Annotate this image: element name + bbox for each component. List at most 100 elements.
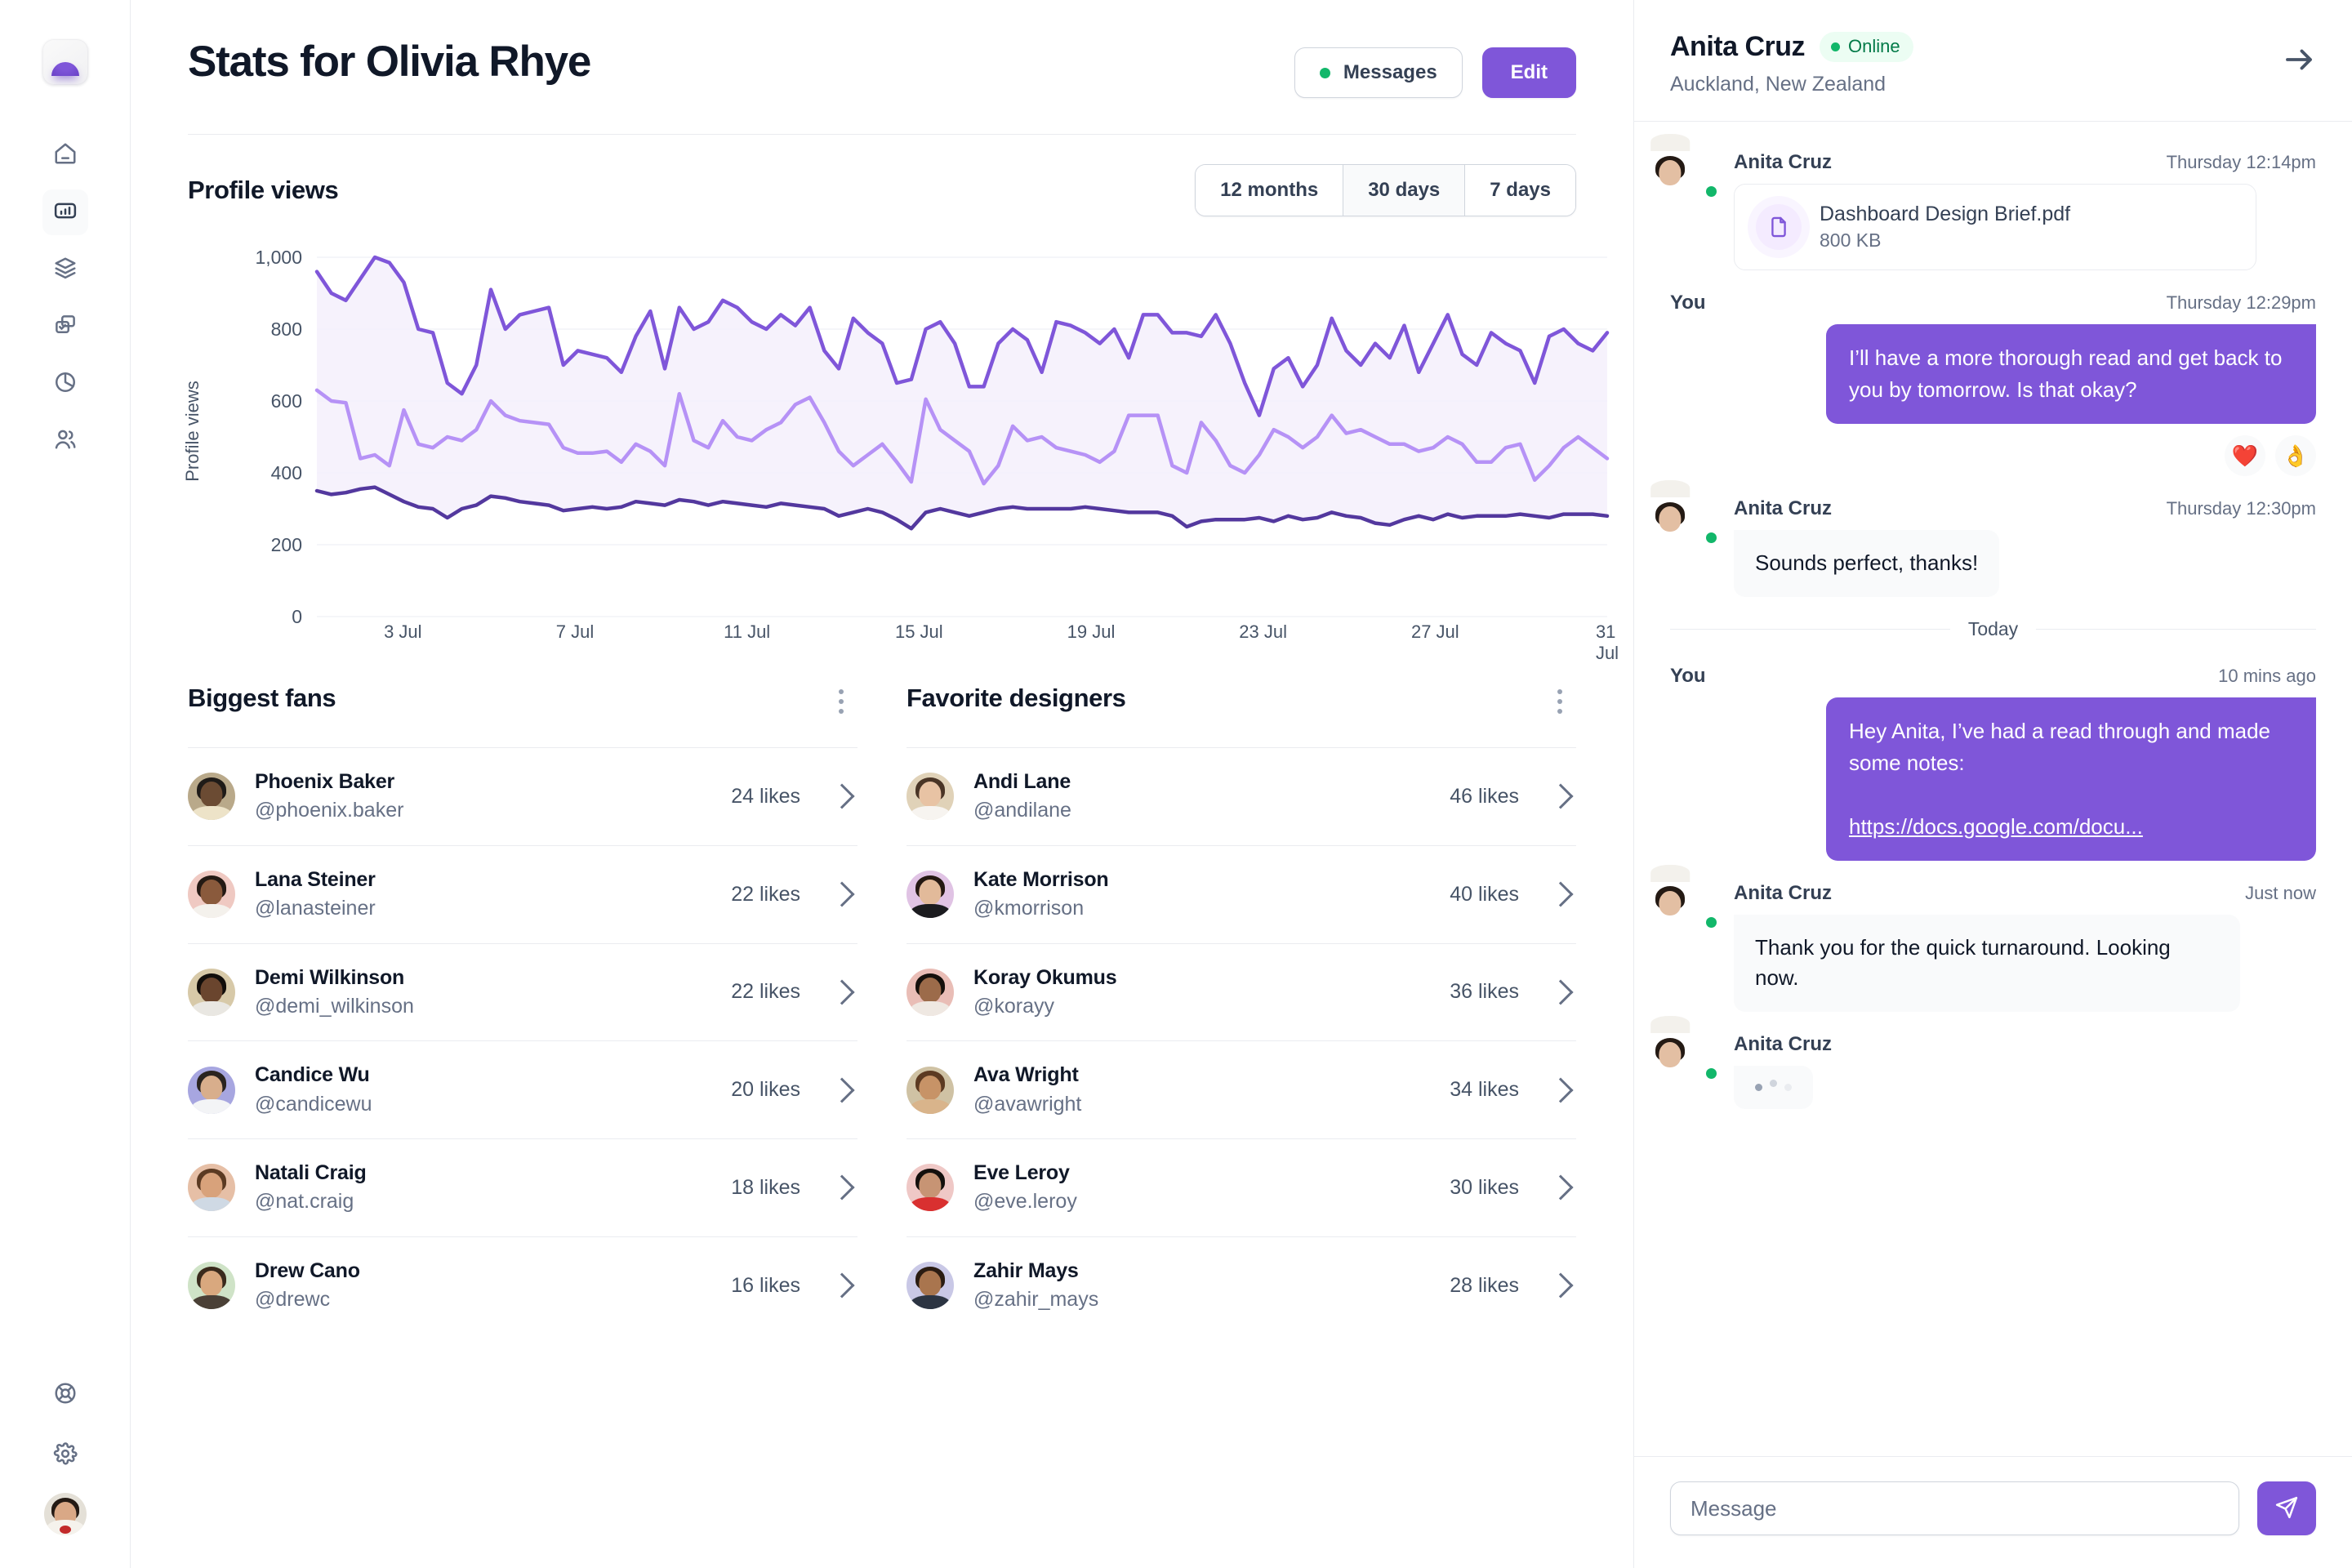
avatar [906, 871, 954, 919]
sidebar-item-users[interactable] [42, 418, 88, 464]
list-item[interactable]: Eve Leroy @eve.leroy 30 likes [906, 1139, 1576, 1237]
list-item[interactable]: Natali Craig @nat.craig 18 likes [188, 1139, 858, 1237]
range-7-days[interactable]: 7 days [1465, 165, 1575, 216]
list-item[interactable]: Candice Wu @candicewu 20 likes [188, 1041, 858, 1139]
message-avatar [1650, 134, 1718, 198]
avatar [906, 1066, 954, 1114]
range-12-months[interactable]: 12 months [1196, 165, 1344, 216]
sidebar-item-reports[interactable] [42, 361, 88, 407]
chevron-right-icon[interactable] [1548, 881, 1574, 907]
message-sender: Anita Cruz [1734, 151, 1832, 173]
chevron-right-icon[interactable] [829, 1272, 855, 1298]
list-item[interactable]: Andi Lane @andilane 46 likes [906, 748, 1576, 846]
file-attachment[interactable]: Dashboard Design Brief.pdf 800 KB [1734, 184, 2256, 270]
chat-contact-location: Auckland, New Zealand [1670, 73, 1886, 96]
list-item[interactable]: Koray Okumus @korayy 36 likes [906, 944, 1576, 1042]
chevron-right-icon[interactable] [1548, 1077, 1574, 1103]
chevron-right-icon[interactable] [829, 881, 855, 907]
sidebar-item-support[interactable] [42, 1372, 88, 1418]
sidebar-profile-avatar[interactable] [43, 1493, 87, 1535]
chart-x-axis: 3 Jul 7 Jul 11 Jul 15 Jul 19 Jul 23 Jul 27 Jul… [227, 621, 1619, 663]
list-item-likes: 24 likes [731, 784, 800, 808]
avatar-face [200, 977, 223, 1003]
range-30-days[interactable]: 30 days [1343, 165, 1466, 216]
list-item[interactable]: Lana Steiner @lanasteiner 22 likes [188, 846, 858, 944]
sidebar-item-projects[interactable] [42, 304, 88, 350]
list-item-handle: @avawright [973, 1092, 1082, 1116]
message-sender: Anita Cruz [1734, 881, 1832, 904]
sidebar-item-layers[interactable] [42, 247, 88, 292]
message-avatar [1650, 864, 1718, 929]
chevron-right-icon[interactable] [829, 1077, 855, 1103]
sidebar-item-home[interactable] [42, 132, 88, 178]
list-item-name: Lana Steiner [255, 867, 376, 891]
list-item[interactable]: Ava Wright @avawright 34 likes [906, 1041, 1576, 1139]
messages-button[interactable]: Messages [1294, 47, 1463, 98]
avatar-face [200, 1271, 223, 1296]
app-root: Stats for Olivia Rhye Messages Edit Prof… [0, 0, 2352, 1568]
x-axis-tick: 11 Jul [724, 621, 771, 642]
list-item-name: Koray Okumus [973, 965, 1117, 989]
list-item[interactable]: Kate Morrison @kmorrison 40 likes [906, 846, 1576, 944]
file-size: 800 KB [1820, 229, 1882, 251]
list-item[interactable]: Zahir Mays @zahir_mays 28 likes [906, 1237, 1576, 1334]
list-item-text: Eve Leroy @eve.leroy [973, 1160, 1450, 1215]
list-item-text: Zahir Mays @zahir_mays [973, 1258, 1450, 1313]
message-input[interactable] [1670, 1481, 2239, 1535]
list-item-handle: @phoenix.baker [255, 799, 404, 822]
arrow-right-icon[interactable] [2282, 42, 2316, 77]
send-icon [2274, 1495, 2299, 1522]
chevron-right-icon[interactable] [829, 1174, 855, 1200]
list-item-name: Phoenix Baker [255, 770, 395, 793]
online-status-dot [1704, 531, 1718, 545]
message-bubble-incoming: Thank you for the quick turnaround. Look… [1734, 914, 2240, 1013]
chevron-right-icon[interactable] [1548, 783, 1574, 809]
reaction-emoji[interactable]: ❤️ [2225, 435, 2265, 476]
reaction-emoji[interactable]: 👌 [2275, 435, 2316, 476]
chevron-right-icon[interactable] [1548, 979, 1574, 1005]
list-item[interactable]: Drew Cano @drewc 16 likes [188, 1237, 858, 1334]
list-item-likes: 30 likes [1450, 1175, 1519, 1199]
chat-panel: Anita Cruz Online Auckland, New Zealand … [1633, 0, 2352, 1568]
svg-text:400: 400 [271, 462, 302, 483]
list-item[interactable]: Phoenix Baker @phoenix.baker 24 likes [188, 748, 858, 846]
avatar-body [192, 903, 231, 919]
list-item-handle: @korayy [973, 994, 1055, 1018]
chevron-right-icon[interactable] [1548, 1272, 1574, 1298]
message-sender: You [1670, 292, 1706, 314]
avatar-body [192, 1196, 231, 1212]
svg-text:200: 200 [271, 534, 302, 555]
kebab-menu-icon[interactable] [1544, 684, 1576, 719]
chevron-right-icon[interactable] [829, 783, 855, 809]
svg-text:600: 600 [271, 390, 302, 412]
message-sender: Anita Cruz [1734, 497, 1832, 519]
sidebar-item-settings[interactable] [42, 1432, 88, 1478]
list-item-likes: 18 likes [731, 1175, 800, 1199]
checkbox-window-icon [53, 313, 78, 341]
sidebar-item-stats[interactable] [42, 189, 88, 235]
send-button[interactable] [2257, 1481, 2316, 1535]
online-status-dot [1704, 1067, 1718, 1081]
message-timestamp: Thursday 12:14pm [2166, 152, 2316, 172]
message-timestamp: Thursday 12:29pm [2166, 292, 2316, 313]
avatar [906, 1262, 954, 1310]
app-logo[interactable] [42, 39, 88, 85]
avatar-face [200, 782, 223, 808]
message-link[interactable]: https://docs.google.com/docu... [1849, 814, 2143, 839]
message-content: Anita Cruz [1734, 1033, 2316, 1110]
list-item-handle: @lanasteiner [255, 897, 376, 920]
avatar [188, 1164, 235, 1212]
chart-plot-area: 02004006008001,000 [255, 247, 1610, 627]
kebab-menu-icon[interactable] [825, 684, 858, 719]
avatar-face [919, 977, 942, 1003]
x-axis-tick: 3 Jul [384, 621, 422, 642]
chevron-right-icon[interactable] [1548, 1174, 1574, 1200]
avatar-body [192, 1294, 231, 1310]
message-meta: Anita Cruz Thursday 12:30pm [1734, 497, 2316, 520]
edit-button[interactable]: Edit [1481, 47, 1576, 98]
avatar-body [911, 1001, 950, 1016]
x-axis-tick: 7 Jul [555, 621, 595, 642]
avatar-body [911, 1196, 950, 1212]
chevron-right-icon[interactable] [829, 979, 855, 1005]
list-item[interactable]: Demi Wilkinson @demi_wilkinson 22 likes [188, 944, 858, 1042]
